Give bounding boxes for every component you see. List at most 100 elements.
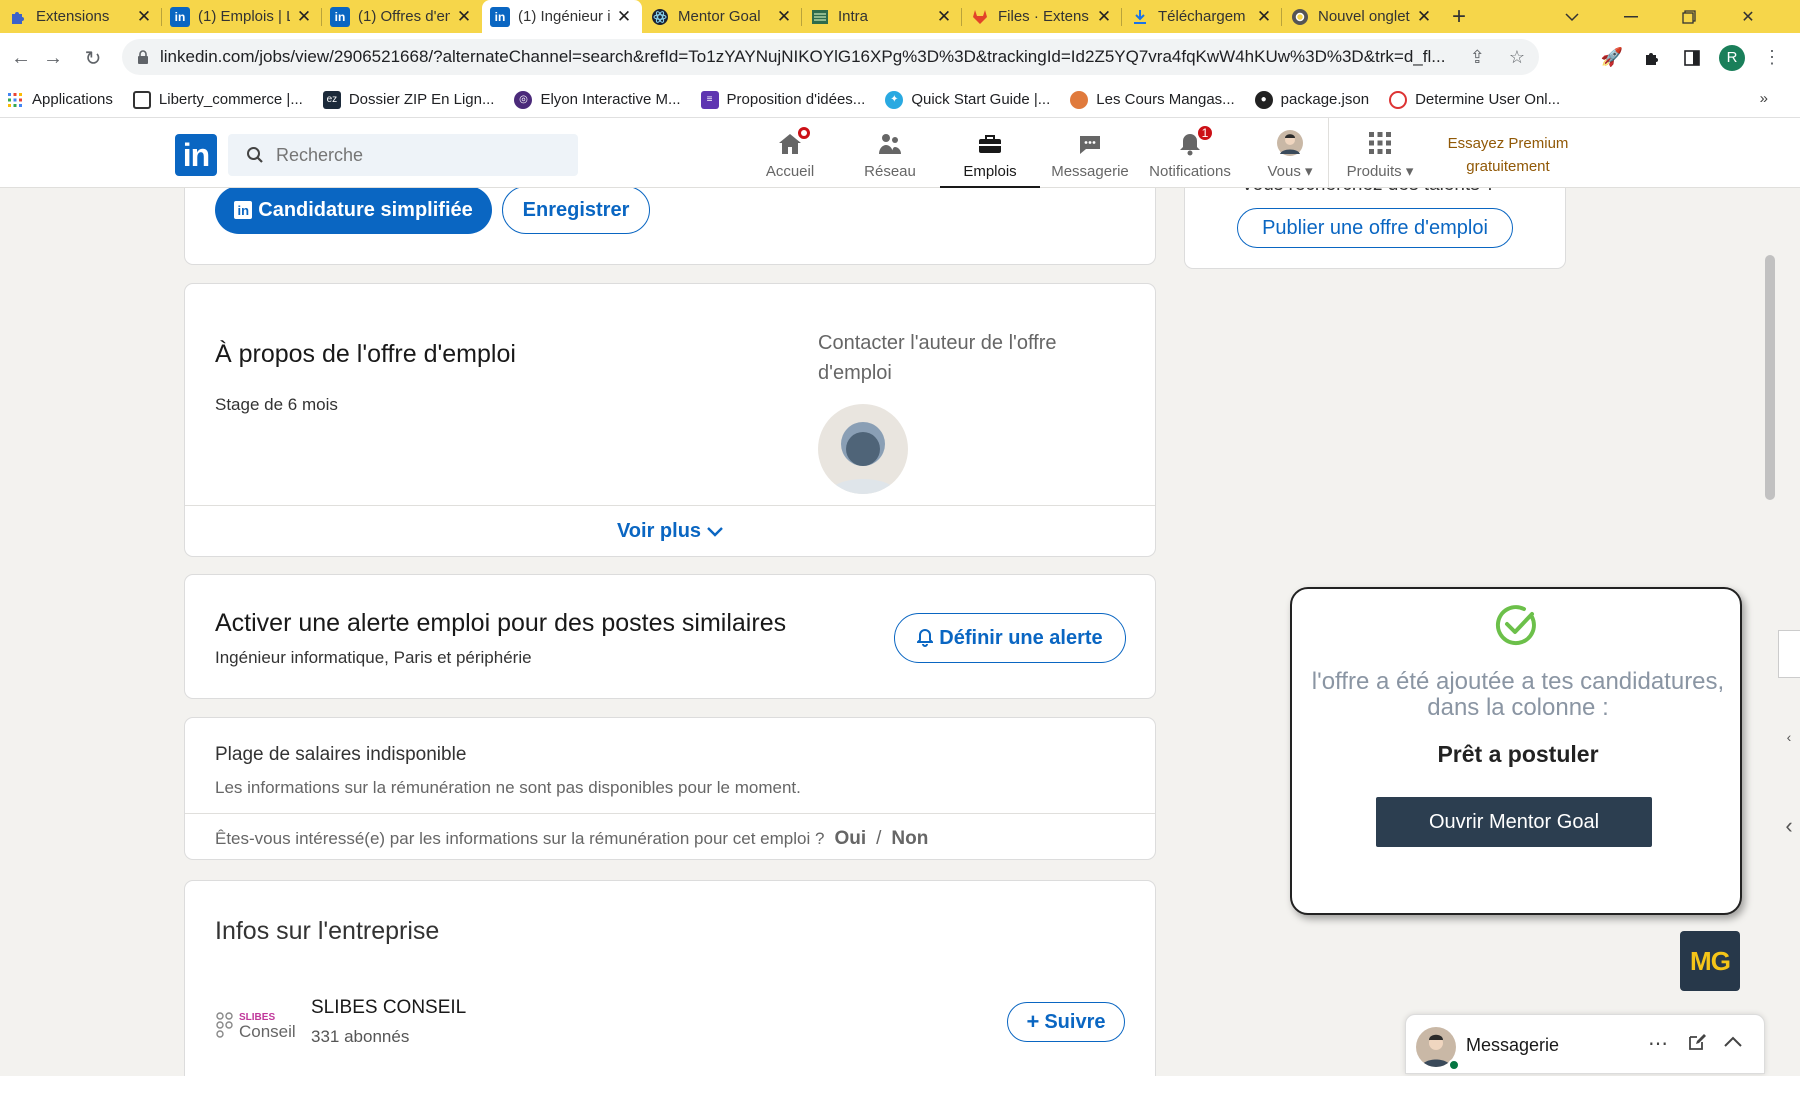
bell-icon (917, 629, 934, 647)
url-field[interactable]: linkedin.com/jobs/view/2906521668/?alter… (122, 39, 1539, 75)
nav-emplois[interactable]: Emplois (940, 118, 1040, 188)
bookmark-applications[interactable]: Applications (6, 91, 113, 109)
set-alert-button[interactable]: Définir une alerte (894, 613, 1126, 663)
job-alert-card: Activer une alerte emploi pour des poste… (184, 574, 1156, 699)
post-job-button[interactable]: Publier une offre d'emploi (1237, 208, 1513, 248)
tab-intra[interactable]: Intra ✕ (802, 0, 962, 33)
salary-no-link[interactable]: Non (891, 828, 928, 850)
close-icon[interactable]: ✕ (776, 7, 792, 27)
close-icon[interactable]: ✕ (456, 7, 472, 27)
bookmark-proposition[interactable]: ≡ Proposition d'idées... (700, 90, 865, 109)
about-text: Stage de 6 mois (215, 395, 338, 414)
easy-apply-button[interactable]: in Candidature simplifiée (215, 186, 492, 234)
check-circle-icon (1494, 603, 1538, 652)
bookmark-determine-user[interactable]: Determine User Onl... (1389, 90, 1560, 109)
extension-side-tab[interactable] (1778, 630, 1800, 678)
tab-telechargements[interactable]: Téléchargem ✕ (1122, 0, 1282, 33)
search-box[interactable] (228, 134, 578, 176)
online-status-dot (1448, 1059, 1460, 1071)
close-icon[interactable]: ✕ (936, 7, 952, 27)
tab-emplois[interactable]: in (1) Emplois | Lin ✕ (162, 0, 322, 33)
scrollbar-thumb[interactable] (1765, 255, 1775, 500)
nav-vous[interactable]: Vous ▾ (1240, 118, 1340, 188)
compose-icon[interactable] (1688, 1033, 1706, 1056)
close-icon[interactable]: ✕ (616, 7, 632, 27)
chevron-up-icon[interactable] (1724, 1035, 1742, 1053)
minimize-icon[interactable] (1605, 0, 1657, 33)
caret-down-icon: ▾ (1305, 163, 1313, 180)
profile-avatar[interactable]: R (1712, 38, 1752, 78)
save-job-button[interactable]: Enregistrer (502, 186, 650, 234)
premium-link[interactable]: Essayez Premium gratuitement (1428, 132, 1588, 178)
nav-notifications[interactable]: 1 Notifications (1140, 118, 1240, 188)
nav-reseau[interactable]: Réseau (840, 118, 940, 188)
chat-icon (1076, 130, 1104, 158)
linkedin-icon: in (234, 201, 253, 219)
close-icon[interactable]: ✕ (1416, 7, 1432, 27)
side-panel-icon[interactable] (1672, 38, 1712, 78)
grid-icon (1366, 129, 1394, 157)
nav-accueil[interactable]: Accueil (740, 118, 840, 188)
plus-icon: + (1026, 1009, 1040, 1034)
close-icon[interactable]: ✕ (136, 7, 152, 27)
window-close-icon[interactable]: ✕ (1722, 0, 1774, 33)
follow-company-button[interactable]: + Suivre (1007, 1002, 1125, 1042)
tab-ingenieur[interactable]: in (1) Ingénieur inf ✕ (482, 0, 642, 33)
intra-icon (810, 7, 830, 27)
see-more-button[interactable]: Voir plus (185, 506, 1155, 556)
bookmarks-more-button[interactable]: » (1760, 90, 1768, 107)
browser-menu-icon[interactable]: ⋮ (1752, 38, 1792, 78)
reload-icon[interactable]: ↻ (74, 39, 112, 77)
more-options-icon[interactable]: ⋯ (1648, 1031, 1668, 1056)
salary-card: Plage de salaires indisponible Les infor… (184, 717, 1156, 860)
tab-nouvel-onglet[interactable]: Nouvel onglet ✕ (1282, 0, 1442, 33)
salary-title: Plage de salaires indisponible (215, 744, 467, 765)
bookmark-liberty-commerce[interactable]: Liberty_commerce |... (132, 90, 303, 109)
collapse-left-arrow-icon[interactable]: ‹ (1778, 713, 1800, 761)
bookmark-package-json[interactable]: ● package.json (1254, 90, 1369, 109)
salary-text: Les informations sur la rémunération ne … (215, 778, 801, 797)
mentor-goal-fab[interactable]: MG (1680, 931, 1740, 991)
github-icon: ● (1254, 90, 1273, 109)
alert-title: Activer une alerte emploi pour des poste… (215, 609, 787, 637)
search-input[interactable] (276, 144, 556, 166)
new-tab-button[interactable]: + (1442, 0, 1476, 33)
contact-author-title: Contacter l'auteur de l'offre d'emploi (818, 332, 1057, 384)
share-icon[interactable]: ⇪ (1470, 47, 1485, 68)
tab-search-chevron-icon[interactable] (1546, 0, 1598, 33)
close-icon[interactable]: ✕ (296, 7, 312, 27)
nav-produits[interactable]: Produits ▾ (1330, 118, 1430, 188)
lock-icon (136, 50, 150, 64)
close-icon[interactable]: ✕ (1096, 7, 1112, 27)
bird-icon: ✦ (885, 90, 904, 109)
bookmark-elyon[interactable]: ◎ Elyon Interactive M... (514, 90, 681, 109)
panel-left-arrow-icon[interactable]: ‹ (1778, 802, 1800, 850)
bookmark-dossier-zip[interactable]: ez Dossier ZIP En Lign... (322, 90, 494, 109)
bookmark-quick-start[interactable]: ✦ Quick Start Guide |... (885, 90, 1050, 109)
tab-offres[interactable]: in (1) Offres d'emp ✕ (322, 0, 482, 33)
forward-arrow-icon[interactable]: → (34, 39, 72, 77)
nav-messagerie[interactable]: Messagerie (1040, 118, 1140, 188)
close-icon[interactable]: ✕ (1256, 7, 1272, 27)
bookmark-star-icon[interactable]: ☆ (1509, 47, 1525, 68)
salary-yes-link[interactable]: Oui (834, 828, 866, 850)
stack-icon (1389, 90, 1408, 109)
tab-extensions[interactable]: Extensions ✕ (0, 0, 162, 33)
salary-separator: / (876, 828, 882, 849)
extensions-puzzle-icon[interactable] (1632, 38, 1672, 78)
chrome-icon (1290, 7, 1310, 27)
tab-files[interactable]: Files · Extens ✕ (962, 0, 1122, 33)
company-name[interactable]: SLIBES CONSEIL (311, 997, 466, 1019)
network-icon (876, 130, 904, 158)
company-logo[interactable]: SLIBES Conseil (215, 1001, 297, 1049)
rocket-extension-icon[interactable]: 🚀 (1592, 38, 1632, 78)
avatar-icon (1070, 90, 1089, 109)
messaging-bar[interactable]: Messagerie ⋯ (1405, 1014, 1765, 1074)
open-mentor-goal-button[interactable]: Ouvrir Mentor Goal (1376, 797, 1652, 847)
restore-icon[interactable] (1663, 0, 1715, 33)
tab-mentor-goal[interactable]: Mentor Goal ✕ (642, 0, 802, 33)
mentor-goal-popup: l'offre a été ajoutée a tes candidatures… (1290, 587, 1742, 915)
author-avatar[interactable] (818, 404, 908, 494)
linkedin-logo[interactable]: in (175, 134, 217, 176)
bookmark-cours-mangas[interactable]: Les Cours Mangas... (1070, 90, 1235, 109)
